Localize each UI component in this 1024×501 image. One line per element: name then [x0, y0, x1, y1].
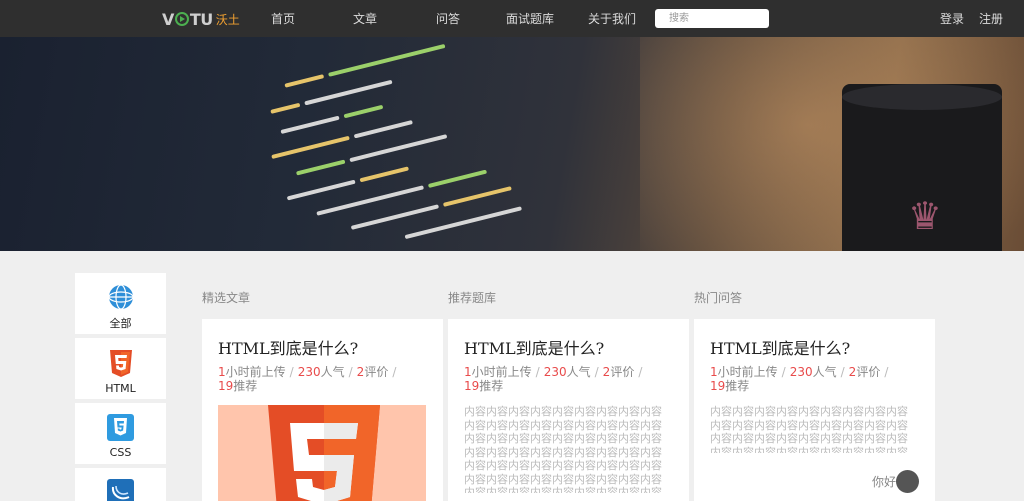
popularity-label: 人气	[812, 365, 837, 379]
hero-banner: ♛	[0, 37, 1024, 251]
chat-greeting[interactable]: 你好	[872, 473, 896, 490]
html5-icon	[268, 405, 380, 501]
section-title-articles: 精选文章	[202, 291, 251, 305]
review-count-label: 评价	[364, 365, 389, 379]
code-screen-image	[270, 44, 522, 239]
chat-avatar-button[interactable]	[896, 470, 919, 493]
card-content: 内容内容内容内容内容内容内容内容内容内容内容内容内容内容内容内容内容内容内容内容…	[710, 405, 908, 453]
css3-icon	[107, 414, 134, 441]
globe-icon	[108, 284, 134, 310]
popularity-value: 230	[789, 365, 813, 379]
upload-time-label: 小时前上传	[225, 365, 286, 379]
search-input[interactable]	[655, 9, 769, 28]
upload-time-value: 1	[710, 365, 718, 379]
coffee-mug-image: ♛	[842, 84, 1002, 251]
article-card[interactable]: HTML到底是什么? 1小时前上传/230人气/2评价/19推荐	[202, 319, 443, 501]
nav-about[interactable]: 关于我们	[588, 10, 636, 27]
card-meta: 1小时前上传/230人气/2评价/19推荐	[218, 365, 397, 393]
upload-time-label: 小时前上传	[471, 365, 532, 379]
html5-logo-image[interactable]	[218, 405, 426, 501]
login-link[interactable]: 登录	[940, 10, 964, 27]
nav-articles[interactable]: 文章	[353, 10, 377, 27]
popularity-label: 人气	[320, 365, 345, 379]
question-card[interactable]: HTML到底是什么? 1小时前上传/230人气/2评价/19推荐 内容内容内容内…	[448, 319, 689, 501]
category-html[interactable]: HTML	[75, 338, 166, 399]
top-navbar: VTU 沃土 首页 文章 问答 面试题库 关于我们 登录 注册	[0, 0, 1024, 37]
review-count-label: 评价	[610, 365, 635, 379]
card-title[interactable]: HTML到底是什么?	[464, 335, 604, 359]
recommend-count-value: 19	[464, 379, 480, 393]
category-label: CSS	[109, 446, 132, 459]
review-count-label: 评价	[856, 365, 881, 379]
recommend-count-label: 推荐	[479, 379, 504, 393]
register-link[interactable]: 注册	[979, 10, 1003, 27]
recommend-count-value: 19	[218, 379, 234, 393]
popularity-value: 230	[297, 365, 321, 379]
card-meta: 1小时前上传/230人气/2评价/19推荐	[464, 365, 643, 393]
popularity-value: 230	[543, 365, 567, 379]
upload-time-label: 小时前上传	[717, 365, 778, 379]
card-title[interactable]: HTML到底是什么?	[218, 335, 358, 359]
html5-icon	[110, 350, 132, 377]
nav-interview-bank[interactable]: 面试题库	[506, 10, 554, 27]
recommend-count-label: 推荐	[233, 379, 258, 393]
site-logo[interactable]: V TU 沃土	[162, 9, 240, 29]
logo-text-cn: 沃土	[215, 12, 240, 27]
nav-home[interactable]: 首页	[271, 10, 295, 27]
crown-icon: ♛	[908, 194, 943, 238]
upload-time-value: 1	[464, 365, 472, 379]
section-title-qa: 热门问答	[694, 291, 743, 305]
card-title[interactable]: HTML到底是什么?	[710, 335, 850, 359]
section-title-questions: 推荐题库	[448, 291, 497, 305]
category-label: 全部	[109, 317, 132, 330]
popularity-label: 人气	[566, 365, 591, 379]
category-css[interactable]: CSS	[75, 403, 166, 464]
category-jquery[interactable]	[75, 468, 166, 501]
card-meta: 1小时前上传/230人气/2评价/19推荐	[710, 365, 889, 393]
logo-text-en: V TU	[162, 9, 213, 29]
jquery-icon	[107, 479, 134, 501]
category-label: HTML	[105, 382, 136, 395]
logo-play-icon	[174, 12, 189, 26]
recommend-count-value: 19	[710, 379, 726, 393]
upload-time-value: 1	[218, 365, 226, 379]
category-all[interactable]: 全部	[75, 273, 166, 334]
nav-qa[interactable]: 问答	[436, 10, 460, 27]
recommend-count-label: 推荐	[725, 379, 750, 393]
card-content: 内容内容内容内容内容内容内容内容内容内容内容内容内容内容内容内容内容内容内容内容…	[464, 405, 662, 493]
